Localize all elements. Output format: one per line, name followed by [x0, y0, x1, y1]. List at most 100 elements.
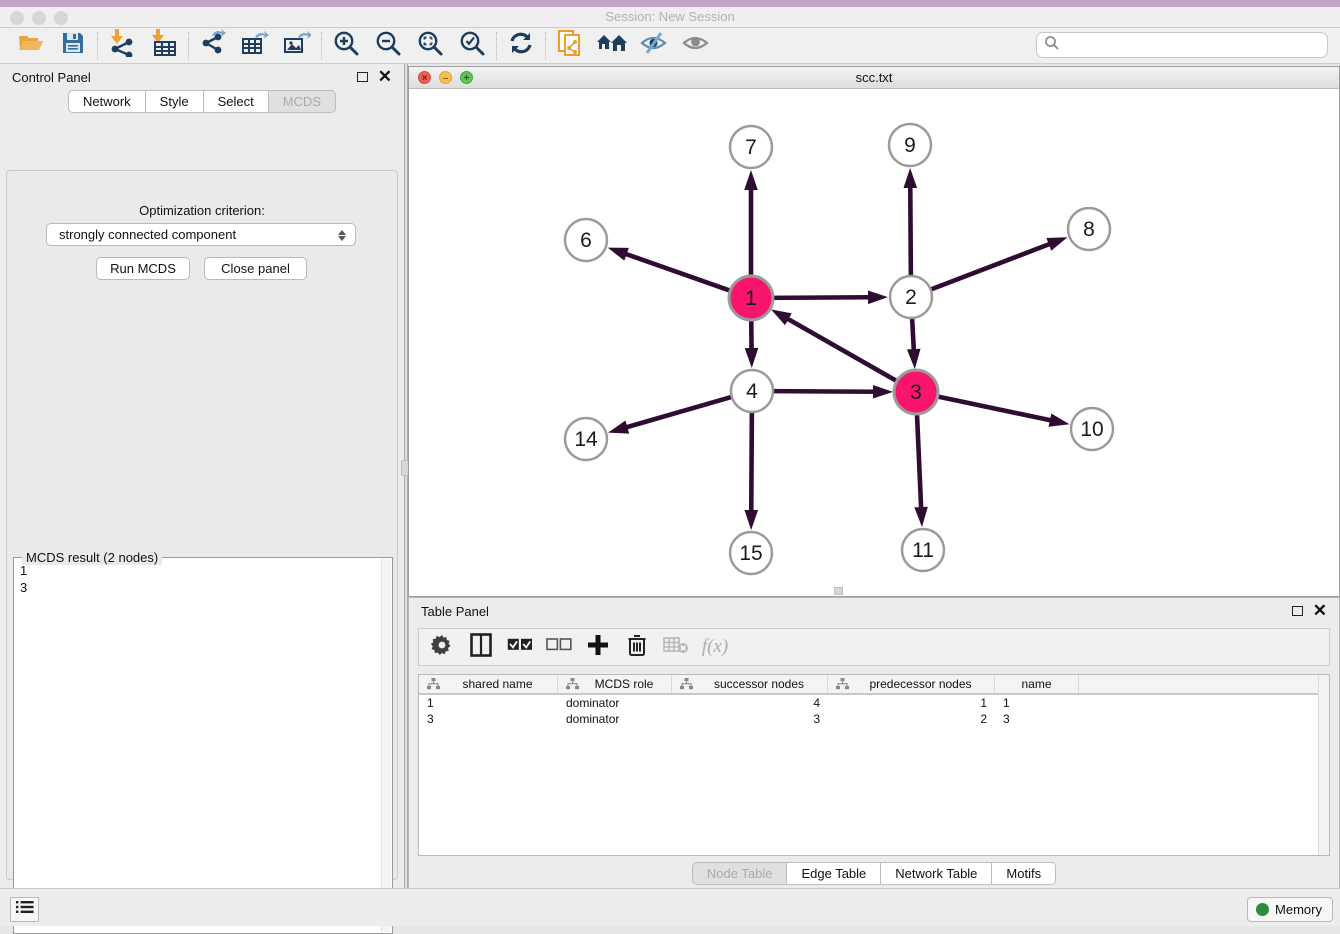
- checked-checkboxes-icon: [507, 638, 533, 657]
- table-scrollbar[interactable]: [1318, 675, 1329, 855]
- table-row[interactable]: 3dominator323: [419, 711, 1329, 727]
- tab-select[interactable]: Select: [204, 90, 269, 113]
- tab-motifs[interactable]: Motifs: [992, 862, 1056, 885]
- show-details-button[interactable]: [675, 31, 717, 61]
- tab-style[interactable]: Style: [146, 90, 204, 113]
- delete-table-icon: [663, 636, 689, 659]
- home-network-view-button[interactable]: [591, 31, 633, 61]
- toolbar-separator: [97, 32, 98, 60]
- control-panel-tabs: NetworkStyleSelectMCDS: [0, 90, 404, 113]
- control-panel: Control Panel ✕ NetworkStyleSelectMCDS O…: [0, 64, 405, 888]
- graph-node-label: 3: [910, 381, 922, 404]
- unchecked-checkboxes-icon: [546, 638, 572, 657]
- trash-icon: [627, 633, 647, 662]
- graph-node-label: 14: [574, 428, 598, 451]
- tab-edge-table[interactable]: Edge Table: [787, 862, 881, 885]
- open-session-button[interactable]: [10, 31, 52, 61]
- export-network-icon: [200, 29, 226, 62]
- network-window-titlebar[interactable]: × – + scc.txt: [409, 67, 1339, 89]
- hide-details-button[interactable]: [633, 31, 675, 61]
- network-window-title: scc.txt: [409, 70, 1339, 85]
- import-network-button[interactable]: [101, 31, 143, 61]
- titlebar-accent-strip: [0, 0, 1340, 7]
- close-table-panel-icon[interactable]: ✕: [1313, 606, 1327, 616]
- search-input[interactable]: [1060, 34, 1327, 56]
- memory-button[interactable]: Memory: [1247, 897, 1333, 922]
- table-panel: Table Panel ✕ f(x) shared nameMCDS: [408, 597, 1340, 888]
- duplicate-network-view-button[interactable]: [549, 31, 591, 61]
- float-table-panel-icon[interactable]: [1292, 606, 1303, 616]
- close-panel-button[interactable]: Close panel: [204, 257, 307, 280]
- toolbar-search: [1036, 32, 1328, 58]
- column-header-name[interactable]: name: [995, 675, 1079, 693]
- cell-predecessor-nodes: 1: [828, 695, 995, 711]
- graph-node-label: 1: [745, 287, 757, 310]
- export-image-button[interactable]: [276, 31, 318, 61]
- list-icon: [16, 900, 34, 919]
- tab-network-table[interactable]: Network Table: [881, 862, 992, 885]
- zoom-in-button[interactable]: [325, 31, 367, 61]
- memory-label: Memory: [1275, 902, 1322, 917]
- cell-shared-name: 1: [419, 695, 558, 711]
- cell-successor-nodes: 4: [672, 695, 828, 711]
- float-panel-icon[interactable]: [357, 72, 368, 82]
- status-bar: Memory: [0, 888, 1340, 926]
- node-table[interactable]: shared nameMCDS rolesuccessor nodesprede…: [418, 674, 1330, 856]
- zoom-fit-button[interactable]: [409, 31, 451, 61]
- import-network-icon: [109, 29, 135, 62]
- zoom-out-button[interactable]: [367, 31, 409, 61]
- table-row[interactable]: 1dominator411: [419, 695, 1329, 711]
- cell-name: 1: [995, 695, 1079, 711]
- export-image-icon: [283, 29, 311, 62]
- column-layout-button[interactable]: [466, 632, 496, 662]
- column-header-MCDS-role[interactable]: MCDS role: [558, 675, 672, 693]
- network-canvas[interactable]: 7968124314101511: [409, 89, 1339, 596]
- import-table-button[interactable]: [143, 31, 185, 61]
- add-column-button[interactable]: [583, 632, 613, 662]
- gear-icon: [431, 634, 453, 661]
- run-mcds-button[interactable]: Run MCDS: [96, 257, 190, 280]
- zoom-fit-icon: [417, 30, 443, 61]
- cell-MCDS-role: dominator: [558, 711, 672, 727]
- graph-node-label: 7: [745, 136, 757, 159]
- save-floppy-icon: [61, 31, 85, 60]
- close-panel-icon[interactable]: ✕: [378, 72, 392, 82]
- select-all-button[interactable]: [505, 632, 535, 662]
- column-header-successor-nodes[interactable]: successor nodes: [672, 675, 828, 693]
- mcds-result-scrollbar[interactable]: [381, 559, 391, 932]
- export-table-button[interactable]: [234, 31, 276, 61]
- tab-node-table[interactable]: Node Table: [692, 862, 788, 885]
- save-session-button[interactable]: [52, 31, 94, 61]
- mcds-result-text[interactable]: 1 3: [16, 562, 380, 931]
- function-builder-button[interactable]: f(x): [700, 632, 730, 662]
- network-graph: 7968124314101511: [409, 89, 1339, 596]
- tab-network[interactable]: Network: [68, 90, 146, 113]
- open-folder-icon: [17, 31, 45, 60]
- select-stepper-icon: [336, 227, 348, 243]
- search-icon: [1044, 35, 1060, 56]
- cell-predecessor-nodes: 2: [828, 711, 995, 727]
- table-settings-button[interactable]: [427, 632, 457, 662]
- optimization-criterion-select[interactable]: strongly connected component: [46, 223, 356, 246]
- zoom-selected-button[interactable]: [451, 31, 493, 61]
- graph-node-label: 10: [1080, 418, 1103, 441]
- tab-mcds[interactable]: MCDS: [269, 90, 336, 113]
- delete-column-button[interactable]: [622, 632, 652, 662]
- column-header-predecessor-nodes[interactable]: predecessor nodes: [828, 675, 995, 693]
- double-house-icon: [596, 31, 628, 60]
- graph-node-label: 15: [739, 542, 762, 565]
- columns-icon: [470, 633, 492, 662]
- graph-node-label: 4: [746, 380, 758, 403]
- delete-table-button[interactable]: [661, 632, 691, 662]
- graph-node-label: 11: [912, 539, 934, 562]
- column-header-shared-name[interactable]: shared name: [419, 675, 558, 693]
- eye-slash-icon: [640, 31, 668, 60]
- toolbar-separator: [188, 32, 189, 60]
- cell-name: 3: [995, 711, 1079, 727]
- horizontal-splitter-handle[interactable]: [834, 587, 843, 595]
- export-network-button[interactable]: [192, 31, 234, 61]
- table-panel-tabs: Node TableEdge TableNetwork TableMotifs: [409, 862, 1339, 885]
- task-history-button[interactable]: [10, 897, 39, 922]
- refresh-layout-button[interactable]: [500, 31, 542, 61]
- deselect-all-button[interactable]: [544, 632, 574, 662]
